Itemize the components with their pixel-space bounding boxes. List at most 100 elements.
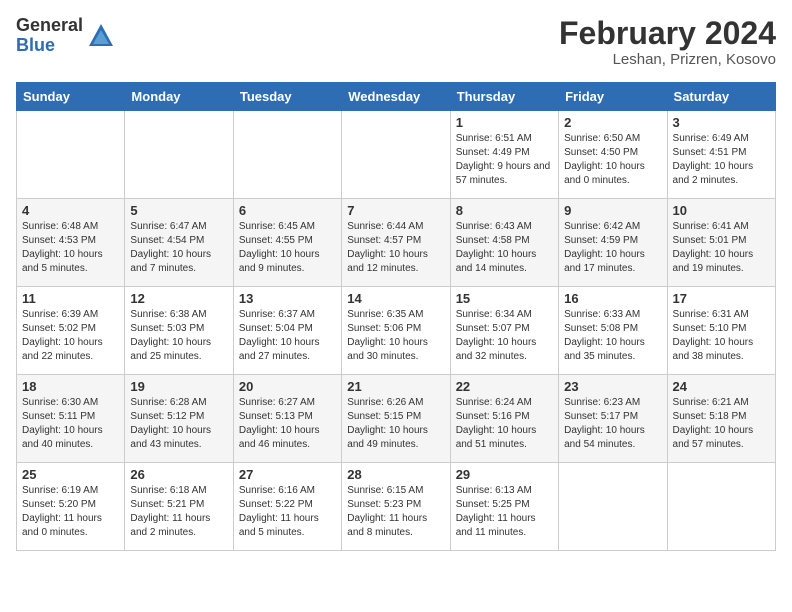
calendar-cell: 15 Sunrise: 6:34 AM Sunset: 5:07 PM Dayli… <box>450 287 558 375</box>
day-number: 21 <box>347 379 444 394</box>
calendar-cell: 11Sunrise: 6:39 AM Sunset: 5:02 PM Dayli… <box>17 287 125 375</box>
calendar-table: SundayMondayTuesdayWednesdayThursdayFrid… <box>16 82 776 551</box>
calendar-cell: 18 Sunrise: 6:30 AM Sunset: 5:11 PM Dayli… <box>17 375 125 463</box>
day-number: 5 <box>130 203 227 218</box>
day-number: 2 <box>564 115 661 130</box>
logo: General Blue <box>16 16 115 56</box>
weekday-header: Monday <box>125 83 233 111</box>
day-info: Sunrise: 6:24 AM Sunset: 5:16 PM Dayligh… <box>456 396 553 452</box>
day-info: Sunrise: 6:28 AM Sunset: 5:12 PM Dayligh… <box>130 396 227 452</box>
calendar-cell: 29 Sunrise: 6:13 AM Sunset: 5:25 PM Dayli… <box>450 463 558 551</box>
day-number: 29 <box>456 467 553 482</box>
day-info: Sunrise: 6:44 AM Sunset: 4:57 PM Dayligh… <box>347 220 444 276</box>
calendar-cell: 14Sunrise: 6:35 AM Sunset: 5:06 PM Dayli… <box>342 287 450 375</box>
day-number: 7 <box>347 203 444 218</box>
calendar-cell: 1Sunrise: 6:51 AM Sunset: 4:49 PM Daylig… <box>450 111 558 199</box>
day-number: 12 <box>130 291 227 306</box>
day-info: Sunrise: 6:41 AM Sunset: 5:01 PM Dayligh… <box>673 220 770 276</box>
day-number: 4 <box>22 203 119 218</box>
day-info: Sunrise: 6:45 AM Sunset: 4:55 PM Dayligh… <box>239 220 336 276</box>
day-info: Sunrise: 6:13 AM Sunset: 5:25 PM Dayligh… <box>456 484 553 540</box>
day-info: Sunrise: 6:21 AM Sunset: 5:18 PM Dayligh… <box>673 396 770 452</box>
calendar-week-row: 11Sunrise: 6:39 AM Sunset: 5:02 PM Dayli… <box>17 287 776 375</box>
calendar-cell: 4 Sunrise: 6:48 AM Sunset: 4:53 PM Daylig… <box>17 199 125 287</box>
day-number: 14 <box>347 291 444 306</box>
day-info: Sunrise: 6:23 AM Sunset: 5:17 PM Dayligh… <box>564 396 661 452</box>
day-info: Sunrise: 6:48 AM Sunset: 4:53 PM Dayligh… <box>22 220 119 276</box>
day-number: 24 <box>673 379 770 394</box>
day-info: Sunrise: 6:39 AM Sunset: 5:02 PM Dayligh… <box>22 308 119 364</box>
calendar-cell: 24 Sunrise: 6:21 AM Sunset: 5:18 PM Dayli… <box>667 375 775 463</box>
calendar-week-row: 1Sunrise: 6:51 AM Sunset: 4:49 PM Daylig… <box>17 111 776 199</box>
day-number: 13 <box>239 291 336 306</box>
calendar-cell: 12 Sunrise: 6:38 AM Sunset: 5:03 PM Dayli… <box>125 287 233 375</box>
calendar-cell <box>342 111 450 199</box>
day-number: 10 <box>673 203 770 218</box>
calendar-cell: 21 Sunrise: 6:26 AM Sunset: 5:15 PM Dayli… <box>342 375 450 463</box>
location: Leshan, Prizren, Kosovo <box>559 51 776 68</box>
day-info: Sunrise: 6:50 AM Sunset: 4:50 PM Dayligh… <box>564 132 661 188</box>
calendar-cell <box>17 111 125 199</box>
day-info: Sunrise: 6:27 AM Sunset: 5:13 PM Dayligh… <box>239 396 336 452</box>
day-number: 6 <box>239 203 336 218</box>
weekday-header: Saturday <box>667 83 775 111</box>
day-number: 9 <box>564 203 661 218</box>
day-number: 8 <box>456 203 553 218</box>
calendar-week-row: 25Sunrise: 6:19 AM Sunset: 5:20 PM Dayli… <box>17 463 776 551</box>
calendar-cell: 8 Sunrise: 6:43 AM Sunset: 4:58 PM Daylig… <box>450 199 558 287</box>
logo-icon <box>87 22 115 50</box>
calendar-cell: 7 Sunrise: 6:44 AM Sunset: 4:57 PM Daylig… <box>342 199 450 287</box>
logo-blue: Blue <box>16 36 83 56</box>
day-info: Sunrise: 6:38 AM Sunset: 5:03 PM Dayligh… <box>130 308 227 364</box>
calendar-cell: 13 Sunrise: 6:37 AM Sunset: 5:04 PM Dayli… <box>233 287 341 375</box>
page-header: General Blue February 2024 Leshan, Prizr… <box>16 16 776 68</box>
weekday-header: Friday <box>559 83 667 111</box>
weekday-header: Wednesday <box>342 83 450 111</box>
day-info: Sunrise: 6:51 AM Sunset: 4:49 PM Dayligh… <box>456 132 553 188</box>
day-number: 3 <box>673 115 770 130</box>
weekday-header: Thursday <box>450 83 558 111</box>
day-number: 27 <box>239 467 336 482</box>
calendar-cell <box>233 111 341 199</box>
calendar-cell <box>125 111 233 199</box>
calendar-cell: 25Sunrise: 6:19 AM Sunset: 5:20 PM Dayli… <box>17 463 125 551</box>
day-number: 17 <box>673 291 770 306</box>
calendar-cell: 28 Sunrise: 6:15 AM Sunset: 5:23 PM Dayli… <box>342 463 450 551</box>
calendar-cell: 5Sunrise: 6:47 AM Sunset: 4:54 PM Daylig… <box>125 199 233 287</box>
weekday-header-row: SundayMondayTuesdayWednesdayThursdayFrid… <box>17 83 776 111</box>
calendar-cell: 17 Sunrise: 6:31 AM Sunset: 5:10 PM Dayli… <box>667 287 775 375</box>
calendar-cell: 22 Sunrise: 6:24 AM Sunset: 5:16 PM Dayli… <box>450 375 558 463</box>
day-number: 19 <box>130 379 227 394</box>
calendar-week-row: 18 Sunrise: 6:30 AM Sunset: 5:11 PM Dayli… <box>17 375 776 463</box>
day-info: Sunrise: 6:33 AM Sunset: 5:08 PM Dayligh… <box>564 308 661 364</box>
day-info: Sunrise: 6:30 AM Sunset: 5:11 PM Dayligh… <box>22 396 119 452</box>
calendar-cell: 27 Sunrise: 6:16 AM Sunset: 5:22 PM Dayli… <box>233 463 341 551</box>
day-number: 26 <box>130 467 227 482</box>
day-info: Sunrise: 6:15 AM Sunset: 5:23 PM Dayligh… <box>347 484 444 540</box>
day-info: Sunrise: 6:34 AM Sunset: 5:07 PM Dayligh… <box>456 308 553 364</box>
day-number: 28 <box>347 467 444 482</box>
day-info: Sunrise: 6:37 AM Sunset: 5:04 PM Dayligh… <box>239 308 336 364</box>
calendar-cell: 10 Sunrise: 6:41 AM Sunset: 5:01 PM Dayli… <box>667 199 775 287</box>
calendar-week-row: 4 Sunrise: 6:48 AM Sunset: 4:53 PM Daylig… <box>17 199 776 287</box>
day-info: Sunrise: 6:49 AM Sunset: 4:51 PM Dayligh… <box>673 132 770 188</box>
weekday-header: Tuesday <box>233 83 341 111</box>
day-info: Sunrise: 6:18 AM Sunset: 5:21 PM Dayligh… <box>130 484 227 540</box>
day-number: 20 <box>239 379 336 394</box>
calendar-cell <box>667 463 775 551</box>
day-info: Sunrise: 6:43 AM Sunset: 4:58 PM Dayligh… <box>456 220 553 276</box>
day-info: Sunrise: 6:19 AM Sunset: 5:20 PM Dayligh… <box>22 484 119 540</box>
weekday-header: Sunday <box>17 83 125 111</box>
calendar-cell: 23Sunrise: 6:23 AM Sunset: 5:17 PM Dayli… <box>559 375 667 463</box>
day-info: Sunrise: 6:26 AM Sunset: 5:15 PM Dayligh… <box>347 396 444 452</box>
day-info: Sunrise: 6:31 AM Sunset: 5:10 PM Dayligh… <box>673 308 770 364</box>
day-number: 15 <box>456 291 553 306</box>
day-number: 22 <box>456 379 553 394</box>
day-info: Sunrise: 6:16 AM Sunset: 5:22 PM Dayligh… <box>239 484 336 540</box>
day-number: 16 <box>564 291 661 306</box>
calendar-cell: 16 Sunrise: 6:33 AM Sunset: 5:08 PM Dayli… <box>559 287 667 375</box>
day-number: 18 <box>22 379 119 394</box>
day-info: Sunrise: 6:42 AM Sunset: 4:59 PM Dayligh… <box>564 220 661 276</box>
calendar-cell: 9 Sunrise: 6:42 AM Sunset: 4:59 PM Daylig… <box>559 199 667 287</box>
calendar-cell: 3 Sunrise: 6:49 AM Sunset: 4:51 PM Daylig… <box>667 111 775 199</box>
